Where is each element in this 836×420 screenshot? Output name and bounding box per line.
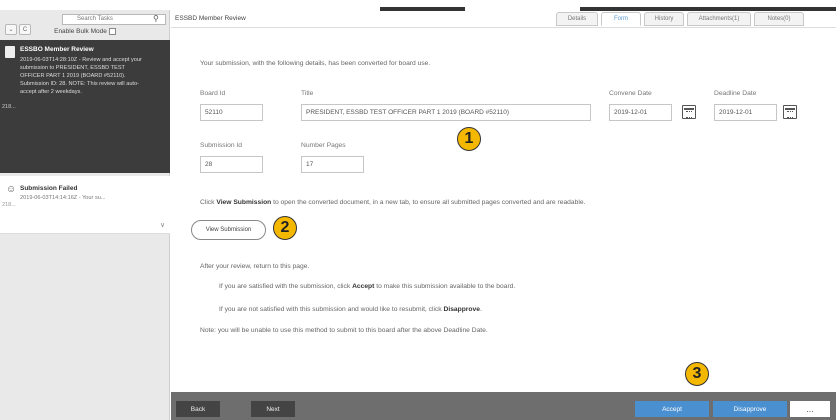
deadline-date-label: Deadline Date [714,90,757,97]
convene-date-field: 2019-12-01 [609,104,672,121]
view-instructions: Click View Submission to open the conver… [200,199,586,206]
accept-instructions: If you are satisfied with the submission… [219,283,516,290]
task-title: ESSBO Member Review [20,46,94,53]
bulk-mode-toggle[interactable]: Enable Bulk Mode [0,28,170,35]
tab-attachments[interactable]: Attachments(1) [687,12,751,26]
task-number: 218... [2,202,16,208]
task-item-submission-failed[interactable]: ☺ Submission Failed 2019-06-03T14:14:16Z… [0,176,170,234]
search-icon[interactable]: ⚲ [153,14,159,23]
more-options-button[interactable]: ... [790,401,830,417]
step-badge-3: 3 [685,362,709,386]
step-badge-2: 2 [273,216,297,240]
tab-form[interactable]: Form [601,12,641,26]
title-field: PRESIDENT, ESSBD TEST OFFICER PART 1 201… [301,104,591,121]
disapprove-instructions: If you are not satisfied with this submi… [219,306,482,313]
convene-date-label: Convene Date [609,90,652,97]
task-description: 2019-06-03T14:28:10Z - Review and accept… [20,57,142,95]
task-item-member-review[interactable]: ESSBO Member Review 2019-06-03T14:28:10Z… [0,40,170,173]
action-footer: Back Next Accept Disapprove ... [171,392,836,420]
task-sidebar: ⌄ C Enable Bulk Mode ESSBO Member Review… [0,10,170,420]
deadline-date-field: 2019-12-01 [714,104,777,121]
calendar-icon[interactable] [682,105,696,119]
page-title: ESSBD Member Review [175,15,246,22]
task-description: 2019-06-03T14:14:16Z - Your su... [20,195,106,201]
tab-notes[interactable]: Notes(0) [754,12,804,26]
bulk-mode-checkbox[interactable] [108,28,116,35]
deadline-note: Note: you will be unable to use this met… [200,327,488,334]
top-dark-bar [380,7,465,11]
after-review-text: After your review, return to this page. [200,263,310,270]
tab-details[interactable]: Details [556,12,598,26]
submission-id-field: 28 [200,156,263,173]
accept-button[interactable]: Accept [635,401,709,417]
person-icon: ☺ [6,184,17,195]
step-badge-1: 1 [457,127,481,151]
top-dark-bar [580,7,836,11]
task-title: Submission Failed [20,185,78,192]
search-input[interactable]: Search Tasks [62,14,166,25]
bulk-mode-label: Enable Bulk Mode [54,28,107,36]
chevron-down-icon[interactable]: ∨ [160,221,165,229]
tab-bar: Details Form History Attachments(1) Note… [556,12,807,26]
disapprove-button[interactable]: Disapprove [713,401,787,417]
calendar-icon[interactable] [783,105,797,119]
number-pages-field: 17 [301,156,364,173]
board-id-field: 52110 [200,104,263,121]
next-button[interactable]: Next [251,401,295,417]
title-label: Title [301,90,314,97]
number-pages-label: Number Pages [301,142,346,149]
tab-history[interactable]: History [644,12,684,26]
document-icon [5,46,15,58]
board-id-label: Board Id [200,90,226,97]
form-panel: Your submission, with the following deta… [171,27,836,392]
view-submission-button[interactable]: View Submission [191,220,266,240]
back-button[interactable]: Back [176,401,220,417]
intro-text: Your submission, with the following deta… [200,60,431,67]
submission-id-label: Submission Id [200,142,243,149]
task-number: 218... [2,104,16,110]
